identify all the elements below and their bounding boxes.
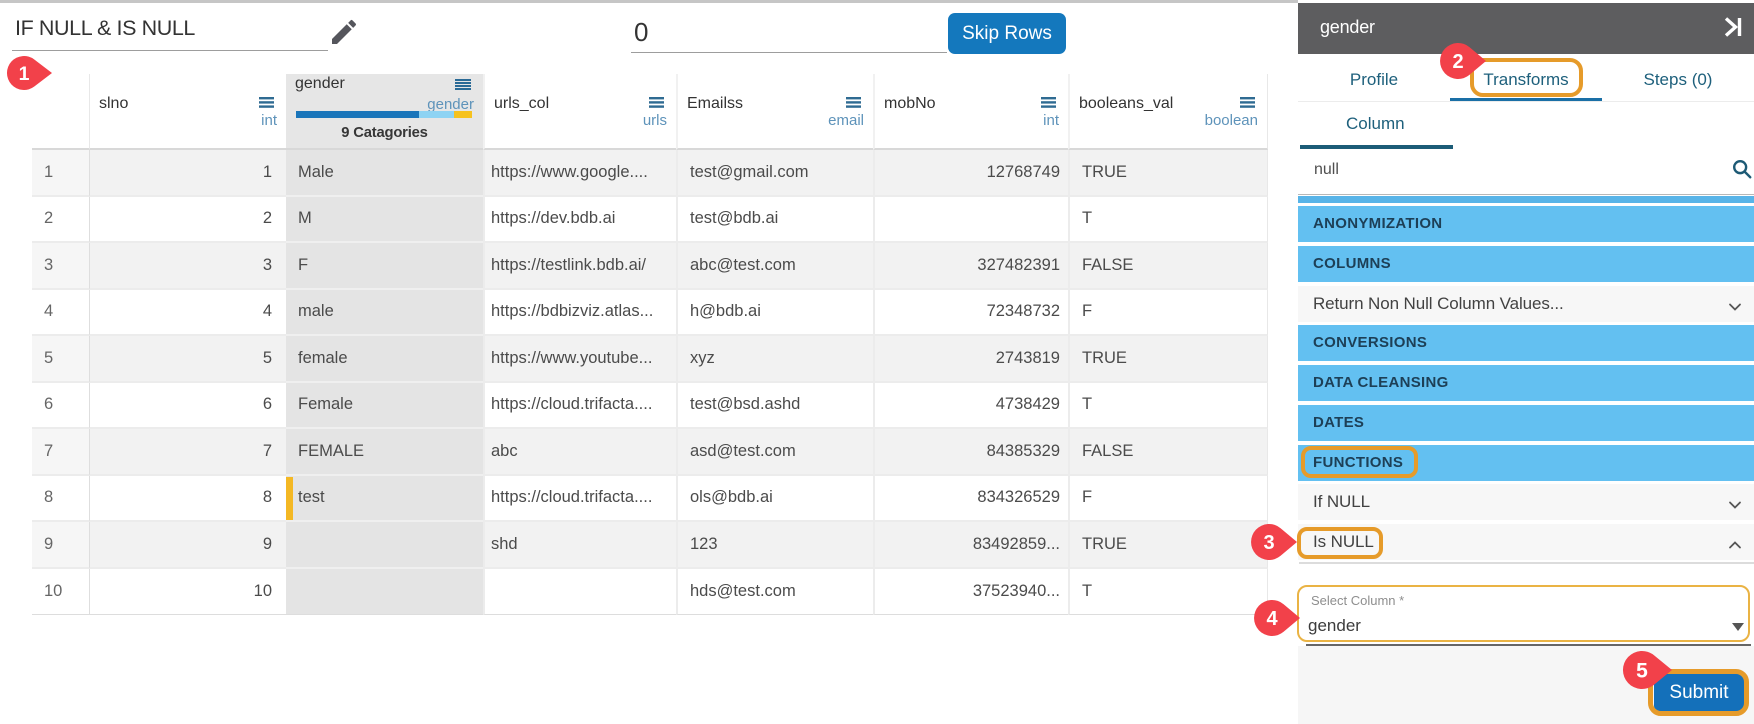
svg-text:4: 4 xyxy=(1266,608,1278,630)
svg-text:2: 2 xyxy=(1452,51,1463,73)
svg-text:5: 5 xyxy=(1636,660,1648,683)
svg-text:1: 1 xyxy=(19,63,30,85)
svg-text:3: 3 xyxy=(1263,532,1274,554)
